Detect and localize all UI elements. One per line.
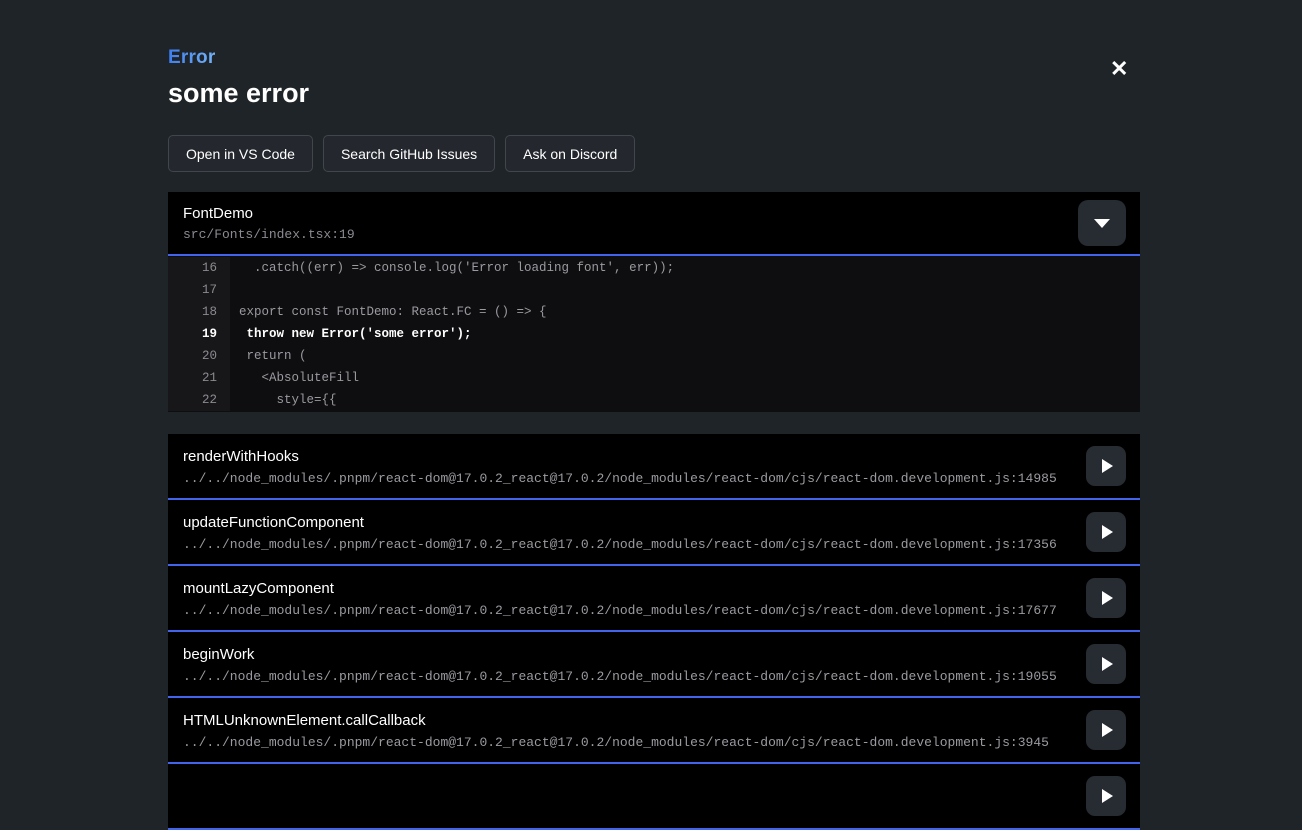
collapse-code-button[interactable] (1078, 200, 1126, 246)
file-location: src/Fonts/index.tsx:19 (183, 227, 355, 242)
stack-source-path: ../../node_modules/.pnpm/react-dom@17.0.… (183, 669, 1070, 684)
code-line: 16 .catch((err) => console.log('Error lo… (168, 257, 1140, 279)
line-number: 19 (168, 323, 230, 345)
code-line: 20 return ( (168, 345, 1140, 367)
stack-function-name: mountLazyComponent (183, 580, 1070, 597)
stack-function-name: renderWithHooks (183, 448, 1070, 465)
stack-frame-beginwork: beginWork ../../node_modules/.pnpm/react… (168, 632, 1140, 698)
stack-source-path: ../../node_modules/.pnpm/react-dom@17.0.… (183, 603, 1070, 618)
code-body: 16 .catch((err) => console.log('Error lo… (168, 256, 1140, 412)
chevron-right-icon (1102, 459, 1113, 473)
stack-frame-partial (168, 764, 1140, 830)
stack-function-name: updateFunctionComponent (183, 514, 1070, 531)
code-text: style={{ (230, 389, 1140, 411)
expand-frame-button[interactable] (1086, 512, 1126, 552)
code-text: <AbsoluteFill (230, 367, 1140, 389)
expand-frame-button[interactable] (1086, 710, 1126, 750)
code-line: 17 (168, 279, 1140, 301)
expand-frame-button[interactable] (1086, 644, 1126, 684)
chevron-right-icon (1102, 525, 1113, 539)
error-type-label: Error (168, 47, 215, 69)
expand-frame-button[interactable] (1086, 776, 1126, 816)
line-number: 16 (168, 257, 230, 279)
stack-trace-list: renderWithHooks ../../node_modules/.pnpm… (168, 434, 1140, 830)
chevron-right-icon (1102, 591, 1113, 605)
code-line: 22 style={{ (168, 389, 1140, 411)
open-in-vscode-button[interactable]: Open in VS Code (168, 135, 313, 172)
line-number: 18 (168, 301, 230, 323)
line-number: 21 (168, 367, 230, 389)
stack-source-path: ../../node_modules/.pnpm/react-dom@17.0.… (183, 735, 1070, 750)
action-buttons: Open in VS Code Search GitHub Issues Ask… (168, 135, 1140, 172)
stack-frame-updatefunctioncomponent: updateFunctionComponent ../../node_modul… (168, 500, 1140, 566)
code-frame-header: FontDemo src/Fonts/index.tsx:19 (168, 192, 1140, 256)
search-github-issues-button[interactable]: Search GitHub Issues (323, 135, 495, 172)
ask-on-discord-button[interactable]: Ask on Discord (505, 135, 635, 172)
stack-source-path: ../../node_modules/.pnpm/react-dom@17.0.… (183, 537, 1070, 552)
code-text: throw new Error('some error'); (230, 323, 1140, 345)
code-frame: FontDemo src/Fonts/index.tsx:19 16 .catc… (168, 192, 1140, 412)
stack-frame-renderwithhooks: renderWithHooks ../../node_modules/.pnpm… (168, 434, 1140, 500)
stack-source-path: ../../node_modules/.pnpm/react-dom@17.0.… (183, 471, 1070, 486)
stack-function-name: HTMLUnknownElement.callCallback (183, 712, 1070, 729)
code-line: 21 <AbsoluteFill (168, 367, 1140, 389)
expand-frame-button[interactable] (1086, 446, 1126, 486)
chevron-right-icon (1102, 789, 1113, 803)
error-message: some error (168, 78, 1140, 109)
code-line: 18 export const FontDemo: React.FC = () … (168, 301, 1140, 323)
chevron-down-icon (1094, 219, 1110, 228)
code-text: return ( (230, 345, 1140, 367)
line-number: 20 (168, 345, 230, 367)
line-number: 17 (168, 279, 230, 301)
stack-function-name: beginWork (183, 646, 1070, 663)
chevron-right-icon (1102, 657, 1113, 671)
code-text: export const FontDemo: React.FC = () => … (230, 301, 1140, 323)
chevron-right-icon (1102, 723, 1113, 737)
stack-frame-mountlazycomponent: mountLazyComponent ../../node_modules/.p… (168, 566, 1140, 632)
component-name: FontDemo (183, 205, 355, 222)
code-line: 19 throw new Error('some error'); (168, 323, 1140, 345)
expand-frame-button[interactable] (1086, 578, 1126, 618)
code-text: .catch((err) => console.log('Error loadi… (230, 257, 1140, 279)
stack-frame-callcallback: HTMLUnknownElement.callCallback ../../no… (168, 698, 1140, 764)
line-number: 22 (168, 389, 230, 411)
code-text (230, 279, 1140, 301)
code-frame-header-text: FontDemo src/Fonts/index.tsx:19 (183, 205, 355, 242)
error-overlay: Error some error Open in VS Code Search … (168, 0, 1140, 830)
